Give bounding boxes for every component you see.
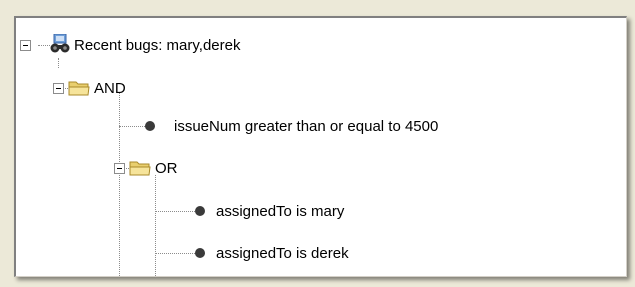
tree-view[interactable]: Recent bugs: mary,derek AND issueNum gre… bbox=[14, 16, 627, 277]
tree-connector bbox=[38, 45, 50, 46]
tree-node-label: assignedTo is derek bbox=[216, 244, 349, 262]
tree-node-condition[interactable]: assignedTo is mary bbox=[216, 198, 344, 224]
tree-connector bbox=[119, 126, 145, 127]
tree-node-label: Recent bugs: mary,derek bbox=[74, 36, 241, 54]
bullet-icon bbox=[195, 248, 205, 258]
tree-node-root[interactable]: Recent bugs: mary,derek bbox=[74, 32, 240, 58]
tree-connector bbox=[155, 253, 195, 254]
tree-node-condition[interactable]: issueNum greater than or equal to 4500 bbox=[174, 113, 438, 139]
tree-node-or[interactable]: OR bbox=[155, 155, 178, 181]
tree-node-label: issueNum greater than or equal to 4500 bbox=[174, 117, 439, 135]
tree-connector bbox=[155, 175, 156, 276]
tree-connector bbox=[155, 211, 195, 212]
tree-node-label: OR bbox=[155, 159, 178, 177]
bullet-icon bbox=[195, 206, 205, 216]
tree-node-label: AND bbox=[94, 79, 126, 97]
collapse-toggle-root[interactable] bbox=[20, 40, 31, 51]
tree-node-label: assignedTo is mary bbox=[216, 202, 345, 220]
tree-connector bbox=[119, 93, 120, 276]
query-binoculars-icon bbox=[50, 34, 70, 53]
tree-connector bbox=[58, 58, 59, 68]
folder-open-icon bbox=[129, 161, 151, 176]
tree-node-condition[interactable]: assignedTo is derek bbox=[216, 240, 349, 266]
tree-node-and[interactable]: AND bbox=[94, 75, 126, 101]
folder-open-icon bbox=[68, 81, 90, 96]
collapse-toggle-or[interactable] bbox=[114, 163, 125, 174]
collapse-toggle-and[interactable] bbox=[53, 83, 64, 94]
bullet-icon bbox=[145, 121, 155, 131]
